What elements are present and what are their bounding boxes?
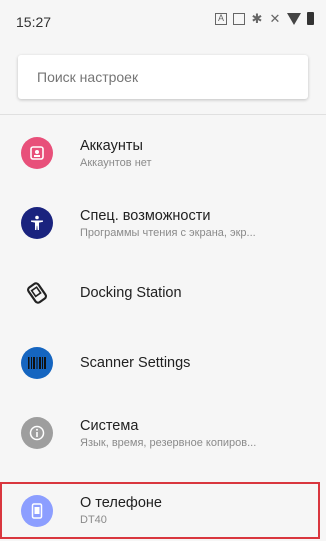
status-bar: 15:27 A ✱ ✕ [0, 0, 326, 40]
settings-item-system[interactable]: Система Язык, время, резервное копиров..… [0, 398, 326, 468]
item-text: Система Язык, время, резервное копиров..… [80, 398, 318, 468]
status-time: 15:27 [16, 14, 52, 30]
settings-screen: 15:27 A ✱ ✕ Поиск настроек Аккаунты Акка… [0, 0, 326, 541]
search-bar[interactable]: Поиск настроек [18, 55, 308, 99]
barcode-scanner-icon [21, 347, 53, 379]
settings-list: Аккаунты Аккаунтов нет Спец. возможности… [0, 118, 326, 468]
item-title: Docking Station [80, 285, 182, 301]
item-subtitle: Язык, время, резервное копиров... [80, 436, 257, 449]
accessibility-icon [21, 207, 53, 239]
settings-item-accounts[interactable]: Аккаунты Аккаунтов нет [0, 118, 326, 188]
phone-icon [21, 495, 53, 527]
item-title: Система [80, 417, 139, 434]
divider [0, 114, 326, 115]
mute-icon: ✕ [269, 10, 281, 26]
item-text: Scanner Settings [80, 328, 318, 398]
settings-item-about-phone[interactable]: О телефоне DT40 [0, 482, 326, 539]
settings-item-docking-station[interactable]: Docking Station [0, 258, 326, 328]
info-icon [21, 417, 53, 449]
screenshot-icon [233, 12, 245, 25]
battery-icon [307, 12, 314, 25]
bluetooth-icon: ✱ [251, 10, 263, 26]
item-text: Аккаунты Аккаунтов нет [80, 118, 318, 188]
item-title: О телефоне [80, 495, 162, 511]
item-title: Аккаунты [80, 137, 143, 154]
settings-item-scanner-settings[interactable]: Scanner Settings [0, 328, 326, 398]
settings-item-accessibility[interactable]: Спец. возможности Программы чтения с экр… [0, 188, 326, 258]
account-icon [21, 137, 53, 169]
item-text: Спец. возможности Программы чтения с экр… [80, 188, 318, 258]
docking-station-icon [21, 277, 53, 309]
item-subtitle: Аккаунтов нет [80, 156, 152, 169]
wifi-icon [287, 12, 301, 25]
item-text: О телефоне DT40 [80, 482, 318, 539]
item-text: Docking Station [80, 258, 318, 328]
item-title: Спец. возможности [80, 207, 211, 224]
item-title: Scanner Settings [80, 355, 191, 371]
item-subtitle: DT40 [80, 514, 107, 526]
item-subtitle: Программы чтения с экрана, экр... [80, 226, 256, 239]
accessibility-a-icon: A [215, 12, 227, 25]
search-placeholder: Поиск настроек [37, 69, 139, 85]
status-icons: A ✱ ✕ [215, 12, 314, 25]
